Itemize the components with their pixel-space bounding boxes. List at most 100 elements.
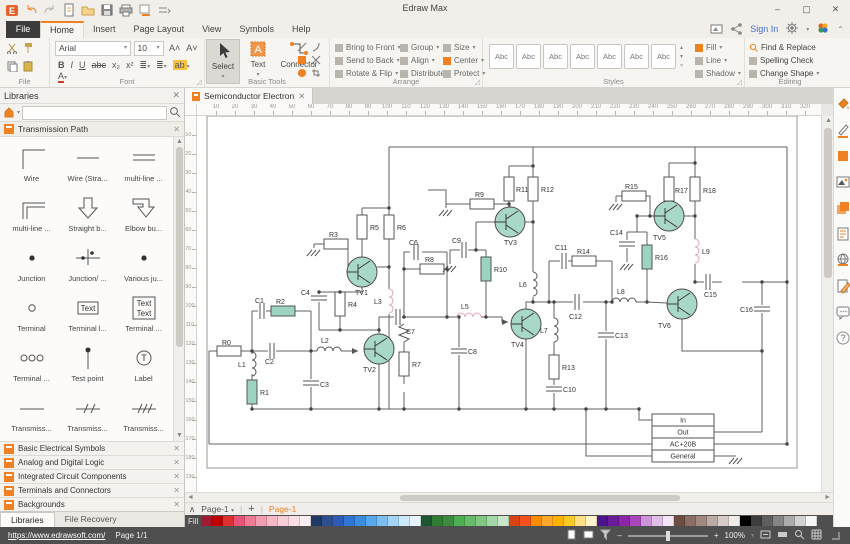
arc-shape-icon[interactable] — [311, 42, 325, 55]
font-button-i[interactable]: I — [68, 60, 77, 70]
canvas-scroll-up-icon[interactable]: ▲ — [825, 116, 832, 126]
export-icon[interactable] — [710, 22, 723, 37]
zoom-slider[interactable] — [628, 535, 708, 537]
font-button-x[interactable]: x₂ — [109, 60, 123, 70]
style-sample-1[interactable]: Abc — [489, 44, 514, 69]
panel-tab-file-recovery[interactable]: File Recovery — [55, 512, 127, 527]
font-dialog-launcher[interactable]: ◿ — [197, 78, 202, 86]
cut-icon[interactable] — [6, 46, 18, 56]
library-section-analog-and-digital-logic[interactable]: Analog and Digital Logic✕ — [0, 455, 184, 469]
style-sample-4[interactable]: Abc — [570, 44, 595, 69]
palette-swatch[interactable] — [212, 516, 223, 526]
fill-tool-icon[interactable] — [834, 94, 850, 114]
library-item-wire-straight[interactable]: Wire (Stra... — [60, 145, 115, 183]
palette-swatch[interactable] — [311, 516, 322, 526]
arrange-size[interactable]: Size▾ — [443, 41, 485, 54]
tab-view[interactable]: View — [193, 21, 230, 38]
libraries-close-icon[interactable]: ✕ — [172, 90, 180, 101]
library-item-multi-line[interactable]: multi-line ... — [116, 145, 171, 183]
library-search-input[interactable] — [22, 106, 167, 120]
library-item-trans-slash3[interactable]: Transmiss... — [116, 395, 171, 433]
palette-swatch[interactable] — [630, 516, 641, 526]
share-icon[interactable] — [730, 22, 743, 37]
palette-swatch[interactable] — [322, 516, 333, 526]
layers-tool-icon[interactable] — [834, 198, 850, 218]
palette-swatch[interactable] — [696, 516, 707, 526]
library-item-junction[interactable]: Junction — [4, 245, 59, 283]
library-item-label[interactable]: TLabel — [116, 345, 171, 383]
library-item-straight-bus[interactable]: Straight b... — [60, 195, 115, 233]
zoom-caret-icon[interactable]: ▾ — [751, 532, 754, 539]
palette-swatch[interactable] — [410, 516, 421, 526]
palette-swatch[interactable] — [366, 516, 377, 526]
library-item-trans-line[interactable]: Transmiss... — [4, 395, 59, 433]
library-item-terminal[interactable]: Terminal — [4, 295, 59, 333]
page-tab-active[interactable]: Page-1 — [269, 504, 296, 514]
comment-tool-icon[interactable] — [834, 302, 850, 322]
palette-swatch[interactable] — [564, 516, 575, 526]
styles-dialog-launcher[interactable]: ◿ — [737, 78, 742, 86]
hyperlink-tool-icon[interactable] — [834, 250, 850, 270]
drawing-page[interactable]: R0R1R2R3R4R5R6R7R8R9R10R11R12R13R14R15R1… — [197, 116, 821, 492]
library-section-terminals-and-connectors[interactable]: Terminals and Connectors✕ — [0, 483, 184, 497]
circuit-schematic[interactable]: R0R1R2R3R4R5R6R7R8R9R10R11R12R13R14R15R1… — [197, 116, 821, 492]
maximize-button[interactable]: ▢ — [792, 0, 821, 19]
palette-swatch[interactable] — [223, 516, 234, 526]
arrange-send-to-back[interactable]: Send to Back▾ — [335, 54, 400, 67]
palette-swatch[interactable] — [707, 516, 718, 526]
home-icon[interactable] — [3, 106, 15, 120]
font-button-abc[interactable]: abc — [89, 60, 110, 70]
style-line[interactable]: Line▾ — [695, 54, 741, 67]
palette-swatch[interactable] — [652, 516, 663, 526]
palette-swatch[interactable] — [267, 516, 278, 526]
help-tool-icon[interactable]: ? — [834, 328, 850, 348]
palette-swatch[interactable] — [751, 516, 762, 526]
palette-swatch[interactable] — [487, 516, 498, 526]
gear-caret-icon[interactable]: ▾ — [806, 26, 809, 33]
zoom-area-icon[interactable] — [794, 529, 805, 542]
rect-shape-icon[interactable] — [297, 55, 311, 68]
library-item-wire[interactable]: Wire — [4, 145, 59, 183]
panel-tab-libraries[interactable]: Libraries — [0, 512, 55, 527]
line-spacing-icon[interactable]: ≣▾ — [137, 60, 154, 71]
font-family-select[interactable]: Arial▾ — [55, 41, 131, 56]
edit-tool-icon[interactable] — [834, 276, 850, 296]
style-sample-6[interactable]: Abc — [624, 44, 649, 69]
shape-tool-icon[interactable] — [834, 146, 850, 166]
palette-swatch[interactable] — [619, 516, 630, 526]
tab-symbols[interactable]: Symbols — [230, 21, 283, 38]
style-sample-7[interactable]: Abc — [651, 44, 676, 69]
palette-swatch[interactable] — [234, 516, 245, 526]
collapse-ribbon-icon[interactable]: ⌃ — [837, 25, 844, 34]
palette-swatch[interactable] — [806, 516, 817, 526]
palette-swatch[interactable] — [377, 516, 388, 526]
library-scrollbar[interactable]: ▲ ▼ — [173, 137, 184, 441]
pen-tool-icon[interactable] — [834, 120, 850, 140]
library-item-multi-corner[interactable]: multi-line ... — [4, 195, 59, 233]
font-button-u[interactable]: U — [76, 60, 89, 70]
fit-page-icon[interactable] — [760, 529, 771, 542]
zoom-out-button[interactable]: – — [617, 531, 621, 540]
palette-swatch[interactable] — [465, 516, 476, 526]
library-section-basic-electrical-symbols[interactable]: Basic Electrical Symbols✕ — [0, 441, 184, 455]
palette-swatch[interactable] — [597, 516, 608, 526]
fit-width-icon[interactable] — [777, 529, 788, 542]
palette-swatch[interactable] — [399, 516, 410, 526]
font-button-x[interactable]: x² — [123, 60, 137, 70]
palette-swatch[interactable] — [344, 516, 355, 526]
library-item-junction-cross[interactable]: Junction/ ... — [60, 245, 115, 283]
document-tab-close-icon[interactable]: ✕ — [298, 91, 305, 102]
palette-swatch[interactable] — [443, 516, 454, 526]
styles-scroll-arrows[interactable]: ▴▾▿ — [680, 44, 683, 69]
settings-gear-icon[interactable] — [785, 21, 799, 37]
shrink-font-button[interactable]: A˅ — [183, 43, 200, 53]
close-button[interactable]: ✕ — [821, 0, 850, 19]
palette-swatch[interactable] — [432, 516, 443, 526]
grow-font-button[interactable]: A˄ — [166, 43, 183, 53]
library-section-backgrounds[interactable]: Backgrounds✕ — [0, 497, 184, 511]
style-sample-5[interactable]: Abc — [597, 44, 622, 69]
palette-swatch[interactable] — [476, 516, 487, 526]
scroll-up-icon[interactable]: ▲ — [176, 137, 183, 147]
bullets-icon[interactable]: ≣▾ — [153, 60, 170, 71]
arrange-center[interactable]: Center▾ — [443, 54, 485, 67]
